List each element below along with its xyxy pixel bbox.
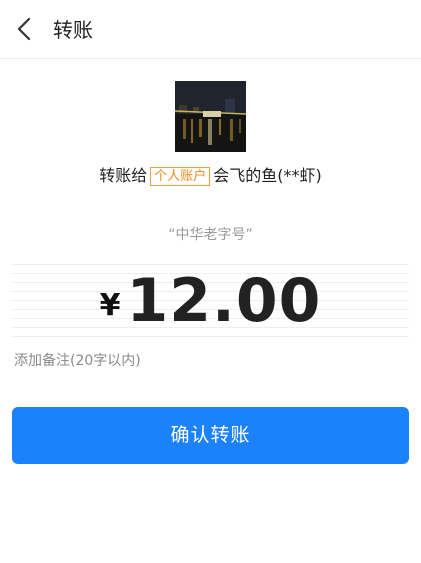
page-title: 转账 xyxy=(53,18,93,42)
amount-value: 12.00 xyxy=(126,266,322,336)
top-nav-bar: 转账 xyxy=(0,0,421,59)
chevron-left-icon xyxy=(17,17,31,41)
recipient-prefix: 转账给 xyxy=(99,166,148,185)
account-type-badge: 个人账户 xyxy=(150,167,211,186)
currency-symbol: ¥ xyxy=(99,288,121,323)
recipient-line: 转账给 个人账户 会飞的鱼(**虾) xyxy=(0,164,421,188)
amount-display: ¥12.00 xyxy=(0,266,421,336)
confirm-transfer-button[interactable]: 确认转账 xyxy=(12,407,409,464)
back-button[interactable] xyxy=(14,16,38,42)
add-note-link[interactable]: 添加备注(20字以内) xyxy=(14,351,141,371)
recipient-name: 会飞的鱼(**虾) xyxy=(213,166,322,185)
recipient-avatar xyxy=(175,81,246,152)
transfer-memo: “中华老字号” xyxy=(168,227,253,243)
